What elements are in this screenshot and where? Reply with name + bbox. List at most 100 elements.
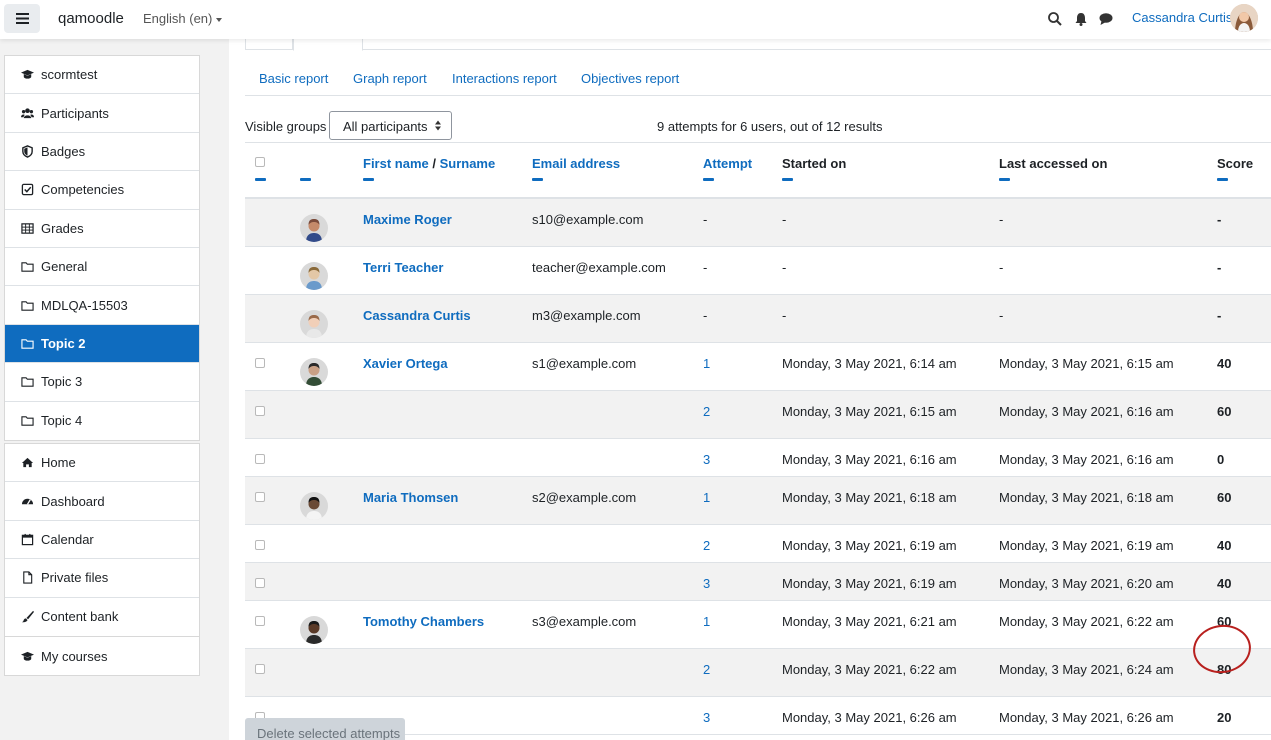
collapse-column-icon[interactable] [532, 178, 543, 181]
drawer-toggle-button[interactable] [4, 4, 40, 33]
drawer-item-badges[interactable]: Badges [5, 133, 199, 172]
attempt-checkbox[interactable] [255, 454, 265, 464]
header-score[interactable]: Score [1217, 156, 1253, 171]
bell-icon[interactable] [1073, 11, 1089, 27]
score-cell: 40 [1217, 356, 1232, 371]
attempt-checkbox[interactable] [255, 492, 265, 502]
last-accessed-cell: Monday, 3 May 2021, 6:18 am [999, 490, 1174, 505]
attempt-checkbox[interactable] [255, 358, 265, 368]
mycourses-nav-group: My courses [4, 636, 200, 677]
user-avatar[interactable] [300, 492, 328, 520]
users-icon [21, 107, 34, 118]
drawer-item-topic-2[interactable]: Topic 2 [5, 324, 199, 364]
select-all-checkbox[interactable] [255, 157, 265, 167]
user-avatar[interactable] [300, 214, 328, 242]
user-avatar[interactable] [300, 262, 328, 290]
user-name-link[interactable]: Maxime Roger [363, 212, 452, 227]
drawer-item-calendar[interactable]: Calendar [5, 521, 199, 560]
drawer-item-scormtest[interactable]: scormtest [5, 56, 199, 95]
user-name-link[interactable]: Xavier Ortega [363, 356, 448, 371]
drawer-item-mdlqa-15503[interactable]: MDLQA-15503 [5, 286, 199, 325]
header-started-on[interactable]: Started on [782, 156, 846, 171]
tab-graph-report[interactable]: Graph report [353, 71, 427, 86]
file-icon [23, 571, 33, 584]
table-header: First name / Surname Email address Attem… [245, 142, 1271, 199]
drawer-item-topic-4[interactable]: Topic 4 [5, 402, 199, 440]
table-row: 3 Monday, 3 May 2021, 6:19 am Monday, 3 Ma… [245, 563, 1271, 601]
last-accessed-cell: Monday, 3 May 2021, 6:16 am [999, 452, 1174, 467]
delete-selected-attempts-button[interactable]: Delete selected attempts [245, 718, 405, 740]
user-avatar[interactable] [300, 310, 328, 338]
messages-icon[interactable] [1098, 11, 1114, 27]
table-row: Tomothy Chambers s3@example.com 1 Monday, 3… [245, 601, 1271, 649]
attempt-cell[interactable]: 3 [703, 710, 710, 725]
drawer-item-home[interactable]: Home [5, 444, 199, 483]
attempt-cell[interactable]: 1 [703, 356, 710, 371]
drawer-item-label: Competencies [41, 182, 125, 198]
site-brand[interactable]: qamoodle [58, 10, 124, 27]
sort-email-link[interactable]: Email address [532, 156, 620, 171]
search-icon[interactable] [1047, 11, 1063, 27]
user-name-link[interactable]: Terri Teacher [363, 260, 443, 275]
user-name-link[interactable]: Maria Thomsen [363, 490, 458, 505]
drawer-item-my-courses[interactable]: My courses [5, 637, 199, 675]
attempt-checkbox[interactable] [255, 664, 265, 674]
drawer-item-topic-3[interactable]: Topic 3 [5, 363, 199, 402]
collapse-column-icon[interactable] [999, 178, 1010, 181]
user-name-link[interactable]: Tomothy Chambers [363, 614, 484, 629]
started-on-cell: - [782, 260, 787, 275]
language-menu[interactable]: English (en) [143, 11, 223, 26]
drawer-item-competencies[interactable]: Competencies [5, 171, 199, 210]
collapse-column-icon[interactable] [255, 178, 266, 181]
drawer-item-participants[interactable]: Participants [5, 94, 199, 133]
attempt-cell[interactable]: 3 [703, 576, 710, 591]
user-avatar[interactable] [300, 358, 328, 386]
attempt-cell[interactable]: 3 [703, 452, 710, 467]
attempt-cell[interactable]: 2 [703, 404, 710, 419]
drawer-item-grades[interactable]: Grades [5, 210, 199, 248]
attempt-checkbox[interactable] [255, 406, 265, 416]
drawer-item-label: Badges [41, 143, 86, 159]
header-name: First name / Surname [363, 156, 495, 171]
folder-icon [21, 262, 34, 272]
collapse-column-icon[interactable] [703, 178, 714, 181]
sort-attempt-link[interactable]: Attempt [703, 156, 752, 171]
attempt-cell[interactable]: 2 [703, 538, 710, 553]
collapse-column-icon[interactable] [300, 178, 311, 181]
user-name-link[interactable]: Cassandra Curtis [363, 308, 471, 323]
score-cell: - [1217, 308, 1222, 323]
user-avatar[interactable] [300, 616, 328, 644]
header-last-accessed[interactable]: Last accessed on [999, 156, 1107, 171]
top-navbar: qamoodle English (en) Cassandra Curtis [0, 0, 1271, 39]
attempt-checkbox[interactable] [255, 578, 265, 588]
drawer-item-dashboard[interactable]: Dashboard [5, 482, 199, 521]
email-cell: s1@example.com [532, 356, 637, 371]
tab-basic-report[interactable]: Basic report [259, 71, 328, 86]
tab-interactions-report[interactable]: Interactions report [452, 71, 557, 86]
check-square-icon [21, 184, 34, 196]
folder-icon [21, 377, 34, 388]
user-menu-name[interactable]: Cassandra Curtis [1132, 10, 1232, 25]
attempt-cell[interactable]: 2 [703, 662, 710, 677]
sort-first-name-link[interactable]: First name [363, 156, 429, 171]
dashboard-icon [21, 498, 34, 505]
sort-surname-link[interactable]: Surname [440, 156, 496, 171]
attempt-cell: - [703, 260, 708, 275]
collapse-column-icon[interactable] [363, 178, 374, 181]
table-row: Maria Thomsen s2@example.com 1 Monday, 3 Ma… [245, 477, 1271, 525]
tab-reports-active[interactable] [293, 39, 363, 51]
drawer-item-content-bank[interactable]: Content bank [5, 598, 199, 636]
attempt-cell[interactable]: 1 [703, 490, 710, 505]
attempt-cell[interactable]: 1 [703, 614, 710, 629]
visible-groups-select[interactable]: All participants [329, 111, 452, 140]
tab-objectives-report[interactable]: Objectives report [581, 71, 679, 86]
tab-info[interactable] [245, 39, 293, 50]
collapse-column-icon[interactable] [1217, 178, 1228, 181]
collapse-column-icon[interactable] [782, 178, 793, 181]
drawer-item-private-files[interactable]: Private files [5, 559, 199, 598]
user-avatar[interactable] [1230, 4, 1258, 32]
drawer-item-general[interactable]: General [5, 248, 199, 287]
attempt-checkbox[interactable] [255, 616, 265, 626]
table-row: 2 Monday, 3 May 2021, 6:15 am Monday, 3 Ma… [245, 391, 1271, 439]
attempt-checkbox[interactable] [255, 540, 265, 550]
